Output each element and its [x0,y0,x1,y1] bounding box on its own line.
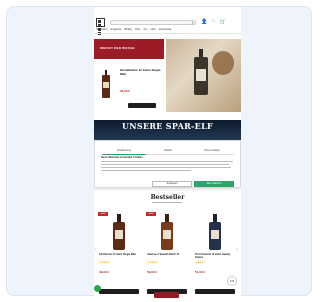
search-icon[interactable]: ⌕ [192,21,194,25]
nav-item[interactable]: Geschenke [159,28,172,33]
hero-add-to-cart-button[interactable] [128,103,156,108]
nav-item[interactable]: Likör [150,28,155,33]
trust-badge[interactable]: 4,8 [227,276,237,286]
show-all-button[interactable] [154,292,179,298]
product-bottle[interactable] [161,214,173,250]
cookie-tabs: Zustimmung Details Über Cookies [102,149,234,155]
search-input[interactable]: ⌕ [110,20,196,25]
bestseller-heading: Bestseller [150,194,185,201]
webshop-page: ⌕ 👤 ♡ 🛒 Neuheiten Angebote Whisky Rum Gi… [94,7,241,302]
product-rating: ★★★★★ [99,261,110,264]
product-rating: ★★★★★ [147,261,158,264]
cookie-accept-all-button[interactable]: Alle zulassen [194,181,234,187]
hero-product-title[interactable]: Glenallachie 12 Jahre Single Malt [120,68,162,76]
cookie-dialog-heading: Diese Webseite verwendet Cookies [101,156,143,159]
nav-item[interactable]: Neuheiten [96,28,107,33]
hero-photo-bottle [194,49,208,95]
hero-product-bottle[interactable] [102,70,110,98]
carousel-prev-icon[interactable]: ‹ [95,247,97,253]
nav-item[interactable]: Angebote [110,28,121,33]
product-card[interactable]: SALE Aberlour A'bunadh Batch 72 ★★★★★ 59… [146,212,188,298]
tab-details[interactable]: Details [146,149,190,155]
shop-logo[interactable] [96,18,105,35]
hero-red-title: WHISKY DER WOCHE [100,46,135,50]
add-to-cart-button[interactable] [195,289,235,294]
product-price: 49,90 € [99,270,110,274]
heart-icon[interactable]: ♡ [211,20,215,25]
nav-item[interactable]: Rum [135,28,140,33]
barrel-image [212,51,234,75]
main-nav: Neuheiten Angebote Whisky Rum Gin Likör … [94,28,241,34]
nav-item[interactable]: Gin [143,28,147,33]
cart-icon[interactable]: 🛒 [220,20,226,25]
product-bottle[interactable] [113,214,125,250]
promo-banner-title: UNSERE SPAR-ELF [122,121,213,131]
header-icons: 👤 ♡ 🛒 [201,20,226,25]
product-price: 59,90 € [147,270,158,274]
product-name[interactable]: Aberlour A'bunadh Batch 72 [147,253,187,256]
product-name[interactable]: Glenfarclas 15 Jahre Single Malt [99,253,139,256]
product-price: 54,90 € [195,270,206,274]
heading-divider [152,202,182,203]
tab-consent[interactable]: Zustimmung [102,149,146,155]
product-rating: ★★★★☆ [195,261,206,264]
user-icon[interactable]: 👤 [201,20,207,25]
cookie-dialog-text [101,161,233,173]
carousel-next-icon[interactable]: › [236,247,238,253]
nav-item[interactable]: Whisky [124,28,132,33]
tab-about-cookies[interactable]: Über Cookies [190,149,234,155]
sale-badge: SALE [98,212,108,216]
add-to-cart-button[interactable] [99,289,139,294]
hero-price: 29,90 € [120,89,131,93]
product-name[interactable]: Port Charlotte 10 Jahre Heavily Peated [195,253,235,259]
product-card[interactable]: SALE Glenfarclas 15 Jahre Single Malt ★★… [98,212,140,298]
chat-icon[interactable] [94,285,101,292]
cookie-configure-button[interactable]: Anpassen [152,181,192,187]
sale-badge: SALE [146,212,156,216]
product-bottle[interactable] [209,214,221,250]
